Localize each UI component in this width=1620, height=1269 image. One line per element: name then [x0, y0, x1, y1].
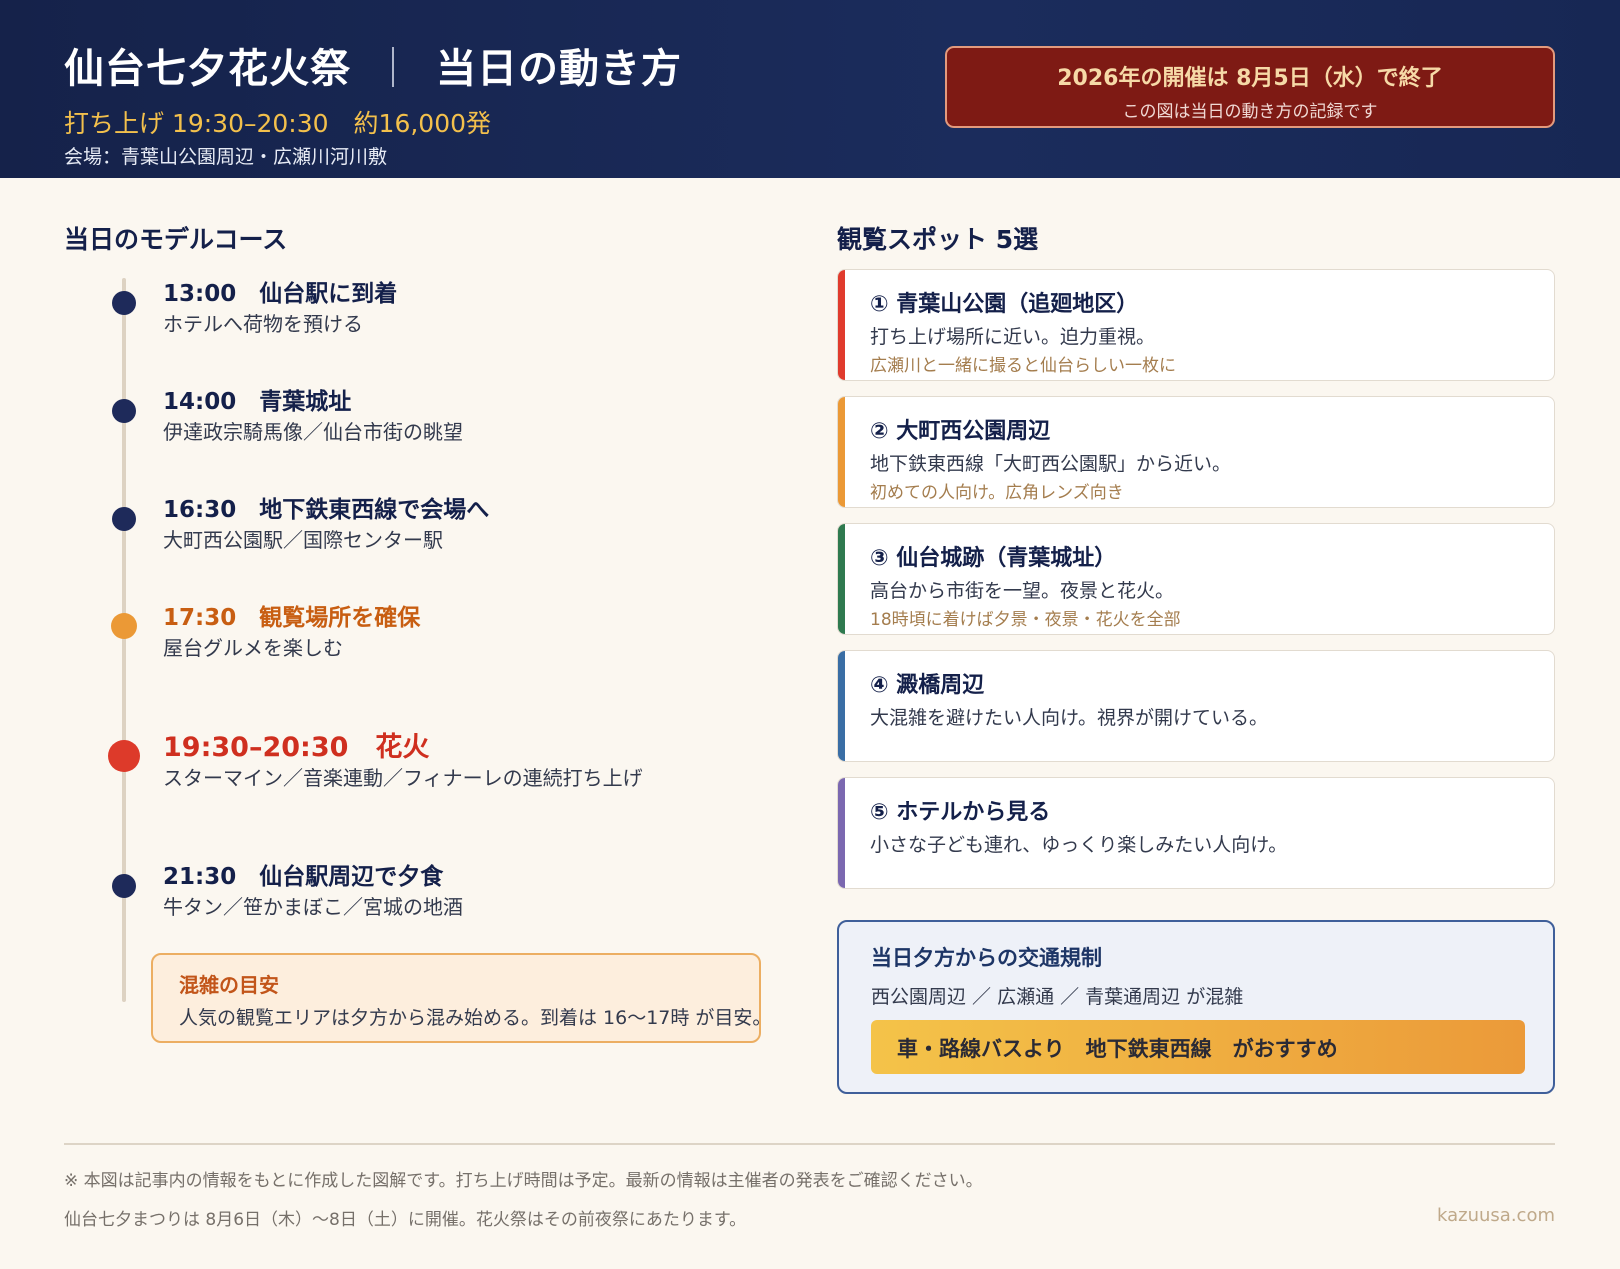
spot-name: ③ 仙台城跡（青葉城址） [870, 546, 1117, 571]
crowd-guide-body: 人気の観覧エリアは夕方から混み始める。到着は 16〜17時 が目安。 [179, 1007, 772, 1029]
spot-card: ② 大町西公園周辺 地下鉄東西線「大町西公園駅」から近い。 初めての人向け。広角… [837, 396, 1555, 508]
timeline-dot [112, 507, 136, 531]
timeline-dot-highlight [111, 613, 137, 639]
spot-desc: 高台から市街を一望。夜景と花火。 [870, 580, 1175, 602]
page-title: 仙台七夕花火祭 ｜ 当日の動き方 [64, 36, 682, 94]
spot-color-bar [838, 524, 845, 634]
timeline-time: 19:30–20:30 花火 [163, 732, 430, 763]
crowd-guide-title: 混雑の目安 [179, 973, 279, 997]
header-banner: 仙台七夕花火祭 ｜ 当日の動き方 打ち上げ 19:30–20:30 約16,000発… [0, 0, 1620, 178]
spot-color-bar [838, 270, 845, 380]
timeline-time: 16:30 地下鉄東西線で会場へ [163, 497, 490, 523]
spot-desc: 大混雑を避けたい人向け。視界が開けている。 [870, 707, 1269, 729]
model-course-title: 当日のモデルコース [64, 225, 288, 254]
timeline-desc: 牛タン／笹かまぼこ／宮城の地酒 [163, 895, 463, 919]
timeline-dot-fireworks [108, 740, 140, 772]
spot-name: ⑤ ホテルから見る [870, 800, 1051, 825]
traffic-areas: 西公園周辺 ／ 広瀬通 ／ 青葉通周辺 が混雑 [871, 986, 1244, 1008]
timeline-time: 17:30 観覧場所を確保 [163, 605, 421, 631]
transit-recommendation-text: 車・路線バスより 地下鉄東西線 がおすすめ [897, 1037, 1338, 1061]
spot-tip: 18時頃に着けば夕景・夜景・花火を全部 [870, 610, 1181, 630]
spot-tip: 初めての人向け。広角レンズ向き [870, 483, 1124, 503]
ended-notice-main: 2026年の開催は 8月5日（水）で終了 [1057, 66, 1443, 91]
footer-note: ※ 本図は記事内の情報をもとに作成した図解です。打ち上げ時間は予定。最新の情報は… [64, 1171, 983, 1191]
timeline-desc: 大町西公園駅／国際センター駅 [163, 528, 443, 552]
timeline-desc: 屋台グルメを楽しむ [163, 636, 343, 660]
transit-recommendation: 車・路線バスより 地下鉄東西線 がおすすめ [871, 1020, 1525, 1074]
spot-name: ① 青葉山公園（追廻地区） [870, 292, 1139, 317]
spot-card: ⑤ ホテルから見る 小さな子ども連れ、ゆっくり楽しみたい人向け。 [837, 777, 1555, 889]
spot-color-bar [838, 651, 845, 761]
spot-name: ④ 澱橋周辺 [870, 673, 985, 698]
timeline-dot [112, 399, 136, 423]
ended-notice: 2026年の開催は 8月5日（水）で終了 この図は当日の動き方の記録です [945, 46, 1555, 128]
spot-card: ③ 仙台城跡（青葉城址） 高台から市街を一望。夜景と花火。 18時頃に着けば夕景… [837, 523, 1555, 635]
spot-desc: 打ち上げ場所に近い。迫力重視。 [870, 326, 1156, 348]
title-main: 仙台七夕花火祭 [64, 46, 351, 92]
crowd-guide-box: 混雑の目安 人気の観覧エリアは夕方から混み始める。到着は 16〜17時 が目安。 [151, 953, 771, 1043]
timeline-desc: 伊達政宗騎馬像／仙台市街の眺望 [163, 420, 463, 444]
site-brand: kazuusa.com [1437, 1205, 1555, 1226]
spot-color-bar [838, 397, 845, 507]
footer-note: 仙台七夕まつりは 8月6日（木）〜8日（土）に開催。花火祭はその前夜祭にあたりま… [64, 1210, 747, 1230]
timeline-desc: ホテルへ荷物を預ける [163, 312, 363, 336]
title-sub: 当日の動き方 [436, 46, 682, 92]
spot-desc: 小さな子ども連れ、ゆっくり楽しみたい人向け。 [870, 834, 1288, 856]
timeline-time: 14:00 青葉城址 [163, 389, 352, 415]
spot-desc: 地下鉄東西線「大町西公園駅」から近い。 [870, 453, 1232, 475]
timeline-time: 21:30 仙台駅周辺で夕食 [163, 864, 444, 890]
timeline-time: 13:00 仙台駅に到着 [163, 281, 398, 307]
footer-divider [64, 1143, 1555, 1145]
spot-color-bar [838, 778, 845, 888]
spot-card: ④ 澱橋周辺 大混雑を避けたい人向け。視界が開けている。 [837, 650, 1555, 762]
timeline-dot [112, 291, 136, 315]
title-separator: ｜ [373, 46, 414, 92]
spots-title: 観覧スポット 5選 [837, 225, 1039, 254]
traffic-box: 当日夕方からの交通規制 西公園周辺 ／ 広瀬通 ／ 青葉通周辺 が混雑 車・路線… [837, 920, 1555, 1094]
spot-tip: 広瀬川と一緒に撮ると仙台らしい一枚に [870, 356, 1176, 376]
launch-info: 打ち上げ 19:30–20:30 約16,000発 [64, 109, 492, 138]
timeline-dot [112, 874, 136, 898]
timeline-desc: スターマイン／音楽連動／フィナーレの連続打ち上げ [163, 766, 643, 790]
ended-notice-sub: この図は当日の動き方の記録です [1122, 102, 1378, 122]
spot-card: ① 青葉山公園（追廻地区） 打ち上げ場所に近い。迫力重視。 広瀬川と一緒に撮ると… [837, 269, 1555, 381]
traffic-title: 当日夕方からの交通規制 [871, 946, 1102, 970]
spot-name: ② 大町西公園周辺 [870, 419, 1051, 444]
venue-info: 会場：青葉山公園周辺・広瀬川河川敷 [64, 146, 388, 168]
